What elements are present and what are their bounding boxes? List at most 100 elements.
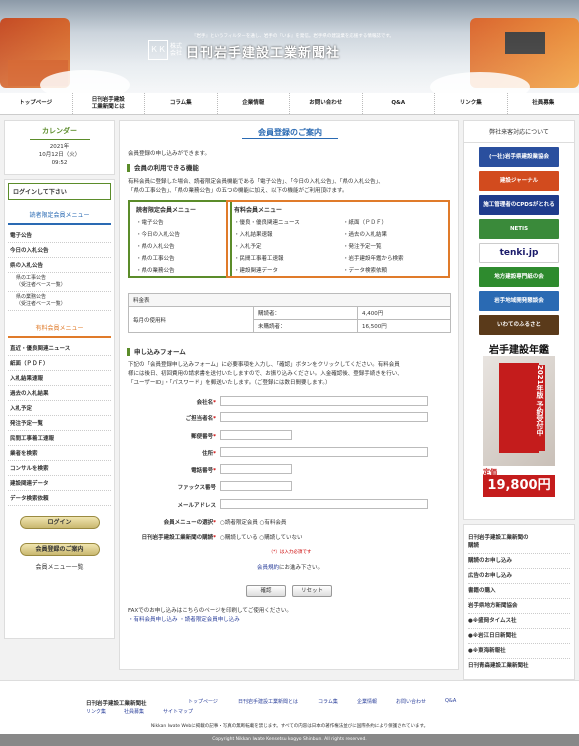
radio-reader[interactable]: ○読者限定会員 [220,520,258,526]
link-press-assoc[interactable]: 岩手県地方新聞協会 [468,599,570,614]
email-input[interactable] [220,499,428,509]
reader-box-title: 読者限定会員メニュー [136,207,197,214]
banner-tenki[interactable]: tenki.jp [479,243,559,263]
copyright-bar: Copyright Nikkan Iwate Kensetsu kogyo Sh… [0,734,579,746]
radio-subscribed[interactable]: ○購読している [220,535,258,541]
banner-iwate-construction-assoc[interactable]: (一社)岩手県建設業協会 [479,147,559,167]
menu-item-pref-services[interactable]: 県の業務公告 （受注者ベース一覧） [8,292,111,311]
reset-button[interactable]: リセット [292,585,332,597]
link-subscribe-apply[interactable]: 購読のお申し込み [468,554,570,569]
form-row-email: メールアドレス [120,499,460,511]
yearbook-ad[interactable]: 岩手建設年鑑 2021年版 予約受付中 定価 19,800円 [479,341,559,501]
link-morioka-times[interactable]: ●※盛岡タイムス社 [468,614,570,629]
nav-top[interactable]: トップページ [0,93,73,114]
menu-item-pref-works[interactable]: 県の工事公告 （受注者ベース一覧） [8,273,111,292]
footer-link-sitemap[interactable]: サイトマップ [163,708,193,715]
menu-item-related-data[interactable]: 建設関連データ [8,476,111,491]
membership-guide-button[interactable]: 会員登録のご案内 [19,543,100,556]
banner-construction-journal[interactable]: 建設ジャーナル [479,171,559,191]
footer-link-recruit[interactable]: 社員募集 [124,708,144,715]
banner-netis[interactable]: NETIS [479,219,559,239]
footer-link-about[interactable]: 日刊岩手建設工業新聞とは [238,698,298,705]
nav-links[interactable]: リンク集 [435,93,508,114]
form-row-address: 住所* [120,447,460,459]
terms-suffix: にお進み下さい。 [279,565,324,571]
calendar-widget: カレンダー 2021年 10月12日（火） 09:52 [4,120,115,175]
title-underline [242,138,338,139]
nav-columns[interactable]: コラム集 [145,93,218,114]
nav-qa[interactable]: Q&A [363,93,435,114]
company-type: 株式会社 [170,43,183,57]
fax-link-paid[interactable]: ・有料会員申し込み [128,617,178,623]
menu-item-data-request[interactable]: データ検索依頼 [8,491,111,506]
menu-item-pref-bid[interactable]: 県の入札公告 [8,258,111,273]
footer-link-columns[interactable]: コラム集 [318,698,338,705]
confirm-button[interactable]: 確認 [246,585,286,597]
form-row-subscription: 日刊岩手建設工業新聞の購読* ○購読している ○購読していない [120,531,460,543]
reader-features-box: 読者限定会員メニュー 電子公告 今日の入札公告 県の入札公告 県の工事公告 県の… [128,200,232,278]
address-input[interactable] [220,447,428,457]
menu-item-search-consultant[interactable]: コンサルを検索 [8,461,111,476]
link-ad-apply[interactable]: 広告のお申し込み [468,569,570,584]
banner-local-papers[interactable]: 地方建設専門紙の会 [479,267,559,287]
features-heading: 会員の利用できる機能 [127,164,199,172]
company-logo-name[interactable]: 日刊岩手建設工業新聞社 [186,42,340,61]
member-menu-list-link[interactable]: 会員メニュー一覧 [8,562,111,571]
terms-link[interactable]: 会員規約 [257,565,279,571]
contact-person-input[interactable] [220,412,428,422]
link-subscribe[interactable]: 日刊岩手建設工業新聞の 購読 [468,531,570,554]
nav-recruit[interactable]: 社員募集 [508,93,579,114]
menu-item-search-company[interactable]: 業者を検索 [8,446,111,461]
field-label: 電話番号* [191,468,216,474]
visitor-policy-link[interactable]: 弊社来客対応について [464,121,574,143]
fax-link-reader[interactable]: ・読者限定会員申し込み [179,617,240,623]
fee-table: 料金表 毎月の使用料 購読者： 4,400円 未購読者： 16,500円 [128,293,451,333]
menu-item-pdf[interactable]: 紙面（ＰＤＦ） [8,356,111,371]
banner-cpds[interactable]: 施工管理者のCPDSがとれる [479,195,559,215]
member-menu: ログインして下さい 読者限定会員メニュー 電子公告 今日の入札公告 県の入札公告… [4,179,115,639]
menu-item-order-plan[interactable]: 発注予定一覧 [8,416,111,431]
link-books[interactable]: 書籍の購入 [468,584,570,599]
reader-menu-title: 読者限定会員メニュー [8,206,111,225]
feature-item: 今日の入札公告 [136,229,224,241]
company-input[interactable] [220,396,428,406]
footer-link-links[interactable]: リンク集 [86,708,106,715]
phone-input[interactable] [220,464,292,474]
menu-item-past-results[interactable]: 過去の入札結果 [8,386,111,401]
menu-item-bid-results[interactable]: 入札結果速報 [8,371,111,386]
menu-item-private-works[interactable]: 民間工事着工速報 [8,431,111,446]
radio-paid[interactable]: ○有料会員 [260,520,287,526]
fee-subscriber-price: 4,400円 [357,306,451,320]
login-button[interactable]: ログイン [19,516,100,529]
radio-not-subscribed[interactable]: ○購読していない [259,535,302,541]
menu-item-denshi-koukoku[interactable]: 電子公告 [8,228,111,243]
paid-menu-title: 有料会員メニュー [8,319,111,338]
footer-logo[interactable]: 日刊岩手建設工業新聞社 [86,699,147,707]
link-tokai-shinpo[interactable]: ●※東海新報社 [468,644,570,659]
footer-link-top[interactable]: トップページ [188,698,218,705]
menu-choice-radios: ○読者限定会員 ○有料会員 [220,518,286,526]
footer: 日刊岩手建設工業新聞社 トップページ 日刊岩手建設工業新聞とは コラム集 企業情… [0,680,579,734]
link-aomori[interactable]: 日刊青森建設工業新聞社 [468,659,570,673]
feature-item: 発注予定一覧 [343,241,442,253]
link-iwae-nichinichi[interactable]: ●※岩江日日新聞社 [468,629,570,644]
footer-link-contact[interactable]: お問い合わせ [396,698,426,705]
yearbook-price: 19,800円 [483,475,555,497]
company-logo-mark[interactable]: ＫＫ [148,40,168,60]
menu-item-bid-schedule[interactable]: 入札予定 [8,401,111,416]
nav-company[interactable]: 企業情報 [218,93,290,114]
calendar-date: 10月12日（火） [38,152,81,158]
banner-furusato[interactable]: いわてのふるさと [479,315,559,335]
footer-link-company[interactable]: 企業情報 [357,698,377,705]
menu-item-news[interactable]: 直近・優良関連ニュース [8,341,111,356]
feature-item: 民間工事着工速報 [234,253,333,265]
banner-regional-dev[interactable]: 岩手地域開発懇談会 [479,291,559,311]
intro-text: 会員登録の申し込みができます。 [128,151,210,157]
zip-input[interactable] [220,430,292,440]
yearbook-title: 岩手建設年鑑 [489,345,549,356]
menu-item-today-bid[interactable]: 今日の入札公告 [8,243,111,258]
footer-link-qa[interactable]: Q&A [445,698,456,704]
nav-contact[interactable]: お問い合わせ [290,93,363,114]
nav-about[interactable]: 日刊岩手建設 工業新聞とは [73,93,145,114]
fax-input[interactable] [220,481,292,491]
